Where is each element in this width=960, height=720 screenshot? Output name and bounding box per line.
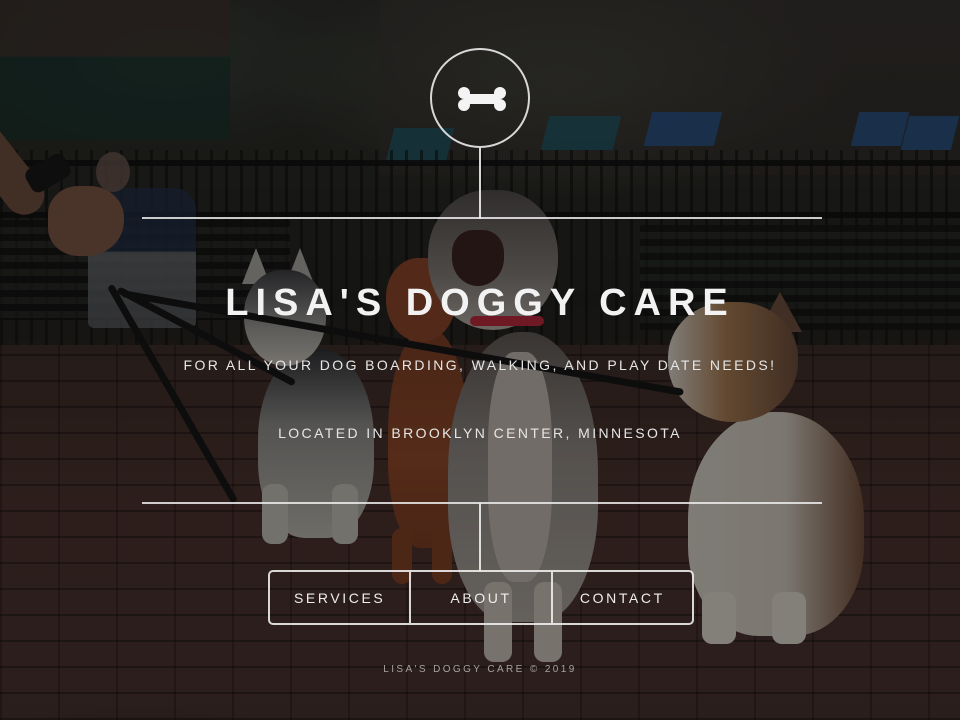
connector-line-top <box>479 148 481 219</box>
hero: LISA'S DOGGY CARE FOR ALL YOUR DOG BOARD… <box>0 0 960 720</box>
bone-icon <box>458 87 506 111</box>
logo <box>430 48 530 148</box>
nav-services-link[interactable]: SERVICES <box>270 572 409 623</box>
site-location: LOCATED IN BROOKLYN CENTER, MINNESOTA <box>278 425 682 441</box>
nav-contact-link[interactable]: CONTACT <box>550 572 692 623</box>
site-title: LISA'S DOGGY CARE <box>225 282 735 324</box>
footer-copyright: LISA'S DOGGY CARE © 2019 <box>383 664 577 675</box>
site-tagline: FOR ALL YOUR DOG BOARDING, WALKING, AND … <box>183 357 777 373</box>
divider-bottom <box>142 502 822 504</box>
page: LISA'S DOGGY CARE FOR ALL YOUR DOG BOARD… <box>0 0 960 720</box>
connector-line-bottom <box>479 503 481 571</box>
divider-top <box>142 217 822 219</box>
main-nav: SERVICES ABOUT CONTACT <box>268 570 694 625</box>
nav-about-link[interactable]: ABOUT <box>409 572 550 623</box>
